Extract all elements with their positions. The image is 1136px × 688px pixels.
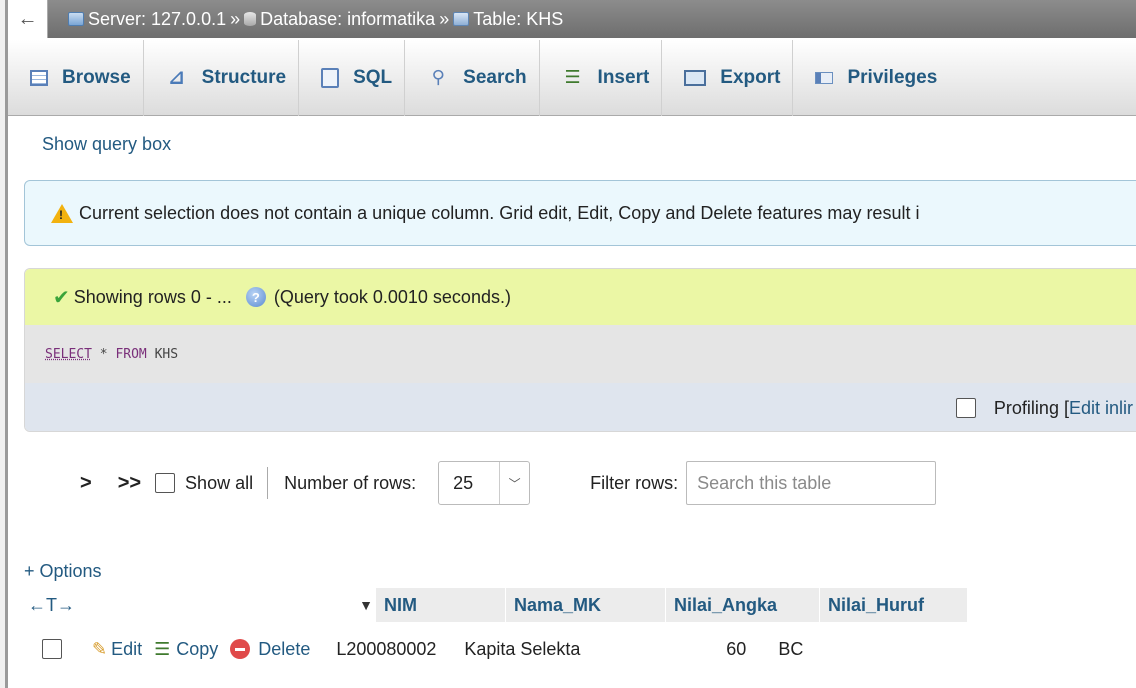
pencil-icon: ✎: [92, 638, 108, 659]
breadcrumb-server[interactable]: Server: 127.0.0.1: [68, 9, 226, 30]
sql-keyword-select[interactable]: SELECT: [45, 347, 92, 362]
tab-structure[interactable]: ⊿ Structure: [144, 39, 300, 116]
breadcrumb-server-label: Server: 127.0.0.1: [88, 8, 227, 29]
profiling-label: Profiling [: [993, 397, 1069, 418]
edit-label: Edit: [111, 638, 143, 659]
breadcrumb-database-label: Database: informatika: [260, 8, 436, 29]
left-frame-border: [0, 0, 8, 688]
column-header-nim[interactable]: NIM: [376, 588, 506, 622]
column-header-nilai-huruf[interactable]: Nilai_Huruf: [820, 588, 968, 622]
profiling-checkbox[interactable]: [955, 398, 976, 418]
delete-row-button[interactable]: Delete: [230, 639, 310, 660]
copy-icon: ☰: [154, 638, 171, 659]
breadcrumb-table[interactable]: Table: KHS: [453, 9, 563, 30]
filter-rows-input[interactable]: Search this table: [686, 461, 937, 505]
last-page-button[interactable]: >>: [118, 472, 141, 495]
resize-arrows-icon[interactable]: ←T→: [28, 595, 75, 616]
breadcrumb-separator: »: [439, 8, 450, 29]
number-of-rows-select[interactable]: 25 ﹀: [438, 461, 531, 505]
tab-insert[interactable]: ☰ Insert: [540, 39, 663, 116]
delete-icon: [230, 639, 251, 659]
profiling-row: Profiling [Edit inlir: [25, 383, 1136, 431]
tab-label: SQL: [353, 66, 393, 88]
copy-label: Copy: [176, 638, 219, 659]
tab-bar: Browse ⊿ Structure SQL ⚲ Search ☰ Insert…: [8, 39, 1136, 116]
cell-nilai-huruf[interactable]: BC: [766, 639, 886, 660]
success-text: Showing rows 0 - ...: [73, 286, 232, 307]
chevron-down-icon: ﹀: [499, 462, 529, 504]
sql-star: *: [91, 346, 116, 362]
tab-label: Search: [463, 66, 527, 88]
table-header: ←T→ ▼ NIM Nama_MK Nilai_Angka Nilai_Huru…: [24, 588, 968, 622]
search-icon: ⚲: [431, 67, 445, 87]
cell-nim[interactable]: L200080002: [322, 639, 456, 660]
back-arrow-icon[interactable]: ←: [8, 0, 48, 38]
tab-label: Insert: [597, 66, 650, 88]
divider: [267, 467, 269, 499]
column-header-nilai-angka[interactable]: Nilai_Angka: [666, 588, 820, 622]
query-time: (Query took 0.0010 seconds.): [273, 286, 511, 307]
sort-dropdown-icon[interactable]: ▼: [359, 597, 373, 613]
insert-icon: ☰: [564, 67, 581, 87]
delete-label: Delete: [258, 638, 311, 659]
tab-export[interactable]: Export: [662, 39, 794, 116]
tab-label: Privileges: [847, 66, 938, 88]
filter-rows-label: Filter rows:: [590, 472, 679, 493]
sql-table-name: KHS: [146, 346, 179, 362]
tab-search[interactable]: ⚲ Search: [405, 39, 540, 116]
show-query-box-link[interactable]: Show query box: [42, 134, 171, 155]
unique-column-notice: Current selection does not contain a uni…: [24, 180, 1136, 246]
breadcrumb: ← Server: 127.0.0.1 » Database: informat…: [8, 0, 1136, 38]
tab-label: Structure: [201, 66, 287, 88]
sql-keyword-from: FROM: [115, 346, 147, 362]
tab-label: Export: [720, 66, 781, 88]
table-icon: [453, 12, 470, 26]
structure-icon: ⊿: [168, 67, 186, 89]
column-header-nama-mk[interactable]: Nama_MK: [506, 588, 666, 622]
show-all-checkbox[interactable]: [155, 473, 176, 493]
column-resize-control[interactable]: ←T→ ▼: [24, 588, 376, 622]
options-link[interactable]: + Options: [24, 561, 102, 582]
check-icon: ✔: [53, 286, 70, 309]
tab-label: Browse: [62, 66, 131, 88]
navigation-row: > >> Show all Number of rows: 25 ﹀ Filte…: [80, 461, 937, 505]
notice-text: Current selection does not contain a uni…: [79, 202, 920, 223]
breadcrumb-table-label: Table: KHS: [473, 8, 564, 29]
warning-icon: [51, 203, 73, 223]
tab-browse[interactable]: Browse: [8, 39, 144, 116]
info-icon[interactable]: ?: [245, 287, 266, 307]
breadcrumb-separator: »: [230, 8, 241, 29]
table-row: ✎ Edit ☰ Copy Delete L200080002 Kapita S…: [24, 632, 886, 666]
row-checkbox[interactable]: [42, 639, 62, 659]
breadcrumb-database[interactable]: Database: informatika: [244, 9, 435, 30]
edit-inline-link[interactable]: Edit inlir: [1069, 398, 1133, 419]
export-icon: [684, 69, 707, 86]
show-all-label[interactable]: Show all: [185, 473, 253, 494]
edit-row-button[interactable]: ✎ Edit: [92, 639, 142, 660]
sql-query-display: SELECT * FROM KHS: [25, 325, 1136, 383]
number-of-rows-label: Number of rows:: [284, 472, 417, 493]
tab-privileges[interactable]: Privileges: [793, 40, 949, 116]
database-icon: [244, 12, 257, 26]
cell-nama-mk[interactable]: Kapita Selekta: [456, 639, 616, 660]
number-of-rows-value: 25: [453, 472, 474, 493]
cell-nilai-angka[interactable]: 60: [616, 639, 766, 660]
privileges-icon: [815, 71, 834, 84]
next-page-button[interactable]: >: [80, 472, 92, 495]
server-icon: [68, 12, 84, 26]
browse-icon: [30, 69, 48, 86]
tab-sql[interactable]: SQL: [299, 39, 406, 116]
success-message: ✔ Showing rows 0 - ... ? (Query took 0.0…: [25, 269, 1136, 325]
sql-icon: [321, 67, 340, 88]
copy-row-button[interactable]: ☰ Copy: [154, 639, 218, 660]
query-result-box: ✔ Showing rows 0 - ... ? (Query took 0.0…: [24, 268, 1136, 432]
